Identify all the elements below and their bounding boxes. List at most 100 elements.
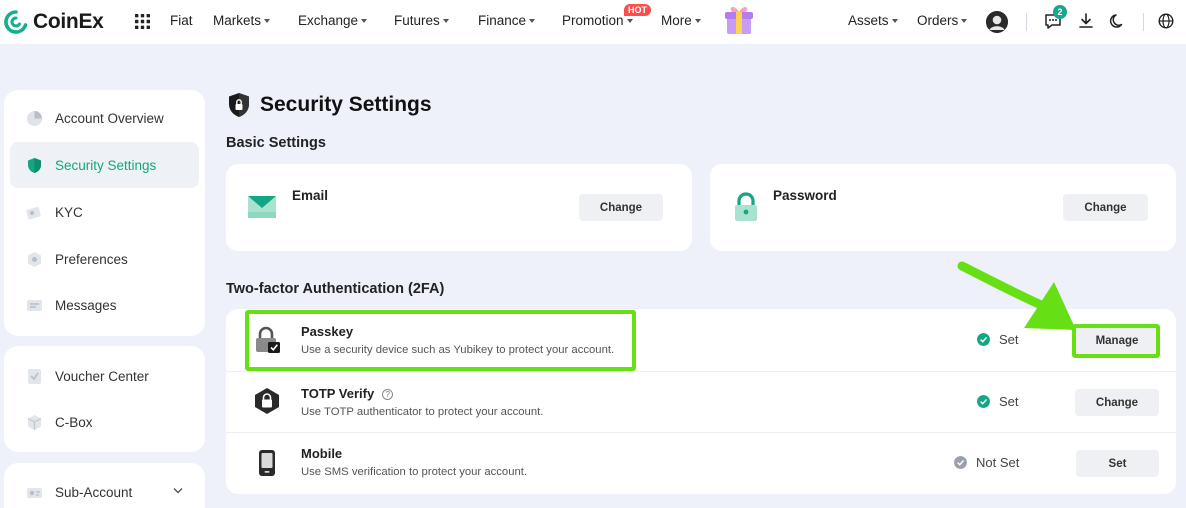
chevron-down-icon (442, 19, 449, 24)
hot-badge: HOT (624, 4, 651, 16)
totp-row: TOTP Verify? Use TOTP authenticator to p… (226, 371, 1176, 433)
top-nav: CoinEx Fiat Markets Exchange Futures Fin… (0, 0, 1186, 44)
nav-futures[interactable]: Futures (394, 13, 449, 28)
sidebar-sub-account-menu: Sub-Account (4, 463, 205, 508)
email-icon (248, 196, 276, 218)
box-icon (27, 414, 42, 430)
sidebar-item-label: Sub-Account (55, 484, 133, 500)
gift-icon[interactable] (724, 4, 754, 36)
nav-label: Markets (213, 13, 262, 28)
chevron-down-icon (173, 488, 183, 494)
lock-icon (735, 192, 757, 221)
password-setting-card: Password Change (710, 164, 1176, 251)
page-title: Security Settings (228, 92, 432, 118)
sidebar-item-preferences[interactable]: Preferences (10, 236, 199, 282)
sidebar-item-sub-account[interactable]: Sub-Account (10, 469, 199, 508)
voucher-icon (28, 368, 41, 384)
brand-name: CoinEx (33, 10, 104, 33)
id-card-icon (26, 206, 41, 219)
sidebar-rewards-menu: Voucher Center C-Box (4, 346, 205, 452)
annotation-arrow-icon (957, 261, 1076, 330)
globe-icon[interactable] (1157, 12, 1175, 30)
passkey-highlight-box (245, 310, 636, 371)
basic-settings-title: Basic Settings (226, 135, 326, 151)
totp-description: Use TOTP authenticator to protect your a… (301, 406, 544, 418)
dark-mode-moon-icon[interactable] (1109, 12, 1127, 30)
chevron-down-icon (264, 19, 271, 24)
nav-assets[interactable]: Assets (848, 13, 898, 28)
nav-label: More (661, 13, 692, 28)
mobile-row: Mobile Use SMS verification to protect y… (226, 432, 1176, 494)
chevron-down-icon (361, 19, 368, 24)
sidebar-item-label: Voucher Center (55, 368, 149, 384)
nav-markets[interactable]: Markets (213, 13, 271, 28)
email-setting-card: Email Change (226, 164, 692, 251)
mobile-set-button[interactable]: Set (1076, 450, 1159, 477)
nav-label: Promotion (562, 13, 624, 28)
status-text: Not Set (976, 455, 1020, 470)
sidebar-item-label: C-Box (55, 414, 93, 430)
notification-count-badge: 2 (1053, 5, 1067, 19)
nav-label: Futures (394, 13, 440, 28)
sidebar-item-security-settings[interactable]: Security Settings (10, 142, 199, 188)
sidebar-item-account-overview[interactable]: Account Overview (10, 95, 199, 141)
mobile-status: Not Set (954, 455, 1019, 470)
user-avatar-icon (986, 11, 1008, 33)
totp-title: TOTP Verify? (301, 386, 394, 401)
check-circle-icon (954, 456, 967, 469)
nav-exchange[interactable]: Exchange (298, 13, 368, 28)
brand-logo[interactable]: CoinEx (4, 10, 104, 34)
shield-icon (28, 157, 41, 173)
nav-divider (1026, 13, 1027, 31)
nav-label: Orders (917, 13, 959, 28)
chevron-down-icon (961, 19, 968, 24)
totp-status: Set (977, 394, 1019, 409)
mobile-description: Use SMS verification to protect your acc… (301, 466, 528, 478)
coinex-logo-icon (4, 10, 28, 34)
status-text: Set (999, 394, 1019, 409)
sidebar-item-c-box[interactable]: C-Box (10, 399, 199, 445)
preferences-icon (28, 251, 41, 267)
nav-label: Assets (848, 13, 889, 28)
nav-promotion[interactable]: Promotion (562, 13, 633, 28)
email-label: Email (292, 188, 329, 203)
mobile-icon (259, 450, 275, 476)
totp-change-button[interactable]: Change (1075, 389, 1159, 416)
nav-fiat[interactable]: Fiat (170, 13, 193, 28)
chevron-down-icon (529, 19, 536, 24)
sidebar-account-menu: Account Overview Security Settings KYC P… (4, 90, 205, 336)
sidebar-item-label: Account Overview (55, 110, 164, 126)
mobile-title: Mobile (301, 446, 343, 461)
nav-finance[interactable]: Finance (478, 13, 536, 28)
check-circle-icon (977, 395, 990, 408)
apps-grid-icon[interactable] (135, 14, 150, 29)
email-change-button[interactable]: Change (579, 194, 663, 221)
nav-divider (1143, 13, 1144, 31)
password-label: Password (773, 188, 837, 203)
message-icon (27, 299, 42, 311)
nav-more[interactable]: More (661, 13, 701, 28)
help-question-icon[interactable]: ? (382, 389, 394, 400)
nav-label: Fiat (170, 13, 193, 28)
nav-label: Finance (478, 13, 527, 28)
nav-label: Exchange (298, 13, 359, 28)
chevron-down-icon (694, 19, 701, 24)
avatar[interactable] (986, 11, 1008, 33)
sidebar-item-label: Security Settings (55, 157, 157, 173)
nav-orders[interactable]: Orders (917, 13, 968, 28)
sidebar-item-label: Messages (55, 297, 117, 313)
totp-icon (255, 388, 279, 414)
two-factor-title: Two-factor Authentication (2FA) (226, 281, 445, 297)
sidebar-item-label: Preferences (55, 251, 128, 267)
chevron-down-icon (891, 19, 898, 24)
sidebar-item-kyc[interactable]: KYC (10, 189, 199, 235)
security-shield-lock-icon (229, 93, 249, 117)
sidebar-item-messages[interactable]: Messages (10, 282, 199, 328)
download-icon[interactable] (1077, 12, 1095, 30)
pie-chart-icon (27, 110, 42, 126)
page-title-text: Security Settings (260, 93, 432, 116)
chevron-down-icon (626, 19, 633, 24)
sidebar-item-label: KYC (55, 204, 83, 220)
sidebar-item-voucher-center[interactable]: Voucher Center (10, 353, 199, 399)
password-change-button[interactable]: Change (1063, 194, 1148, 221)
